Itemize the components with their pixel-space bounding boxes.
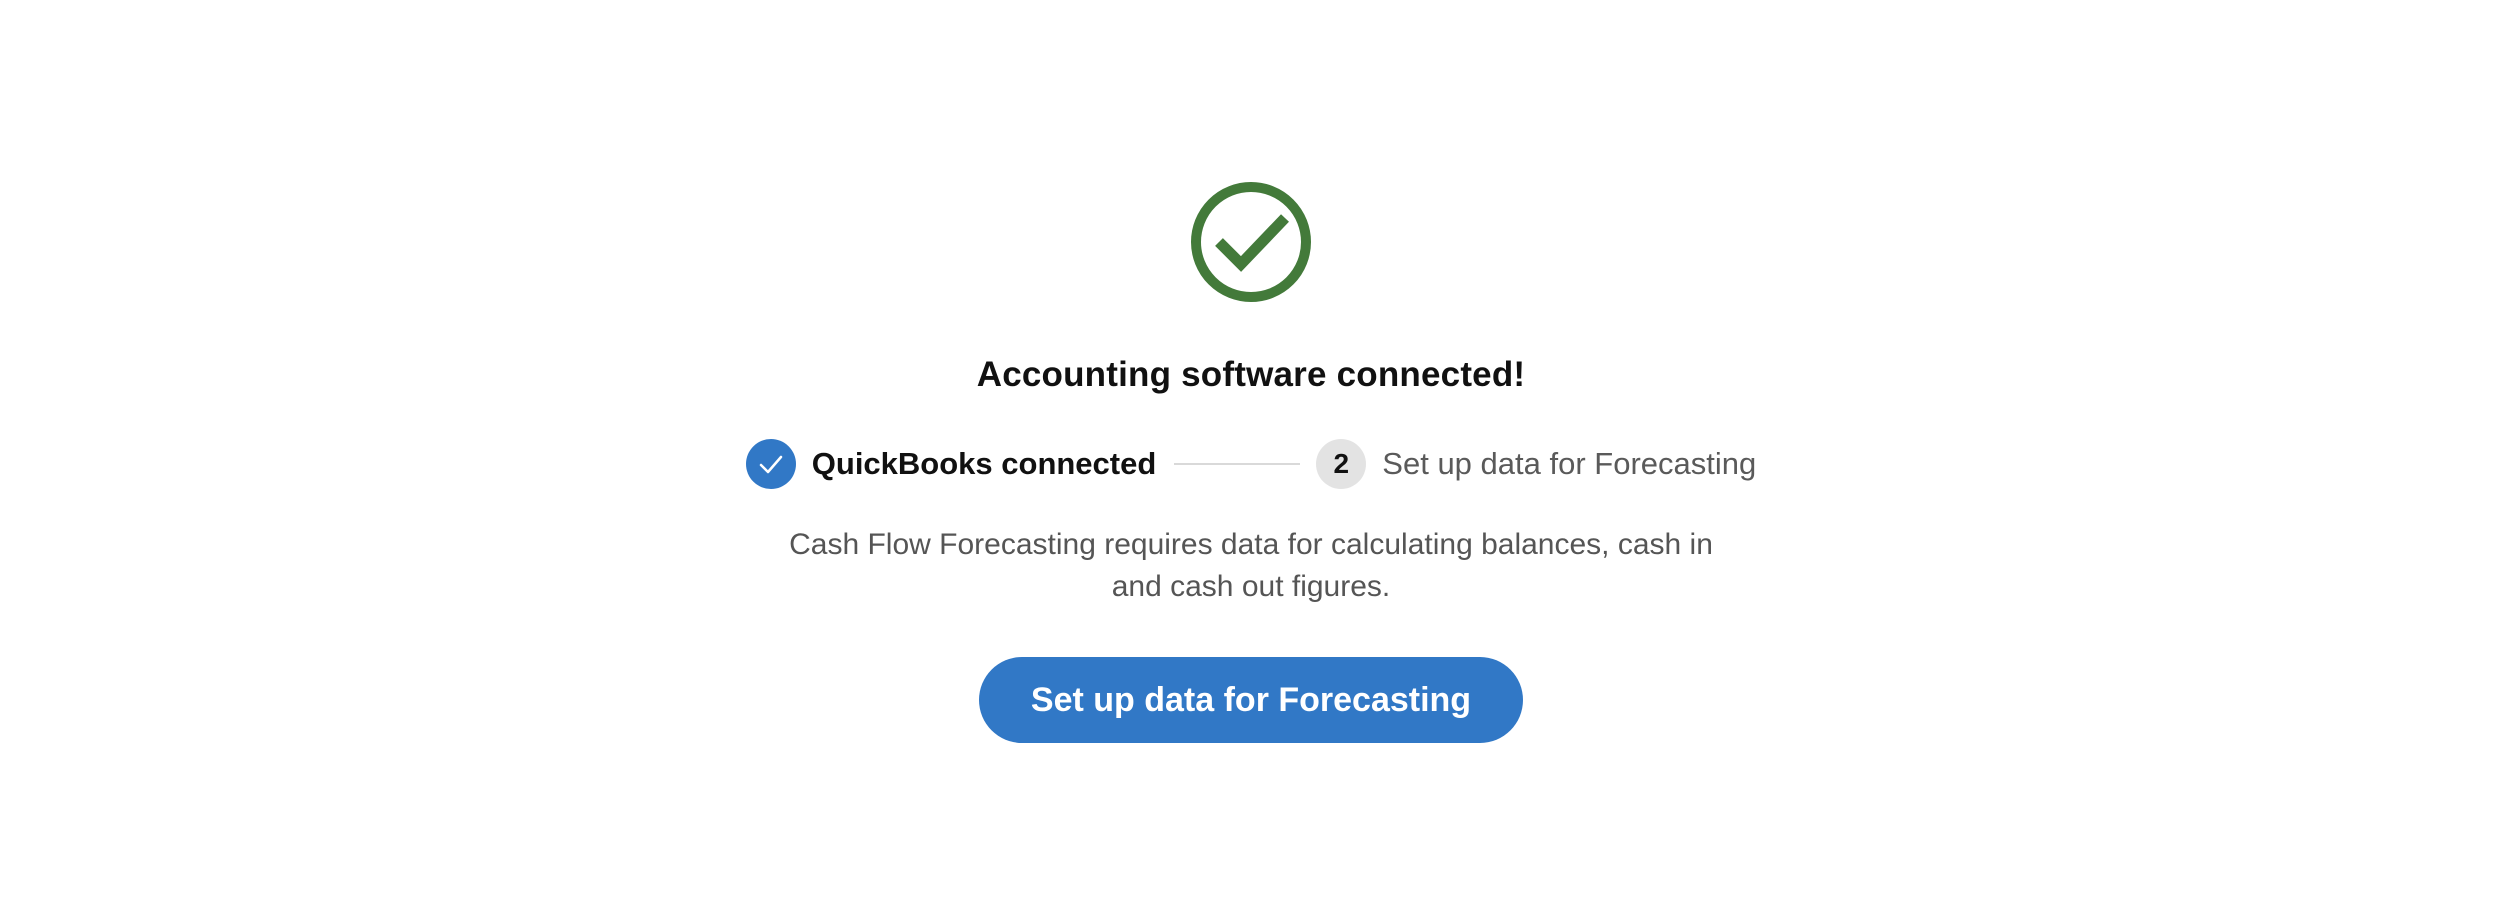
set-up-data-button[interactable]: Set up data for Forecasting — [978, 657, 1524, 743]
connection-success-panel: Accounting software connected! QuickBook… — [0, 0, 2502, 743]
step-quickbooks-connected: QuickBooks connected — [745, 439, 1157, 489]
checkmark-icon — [759, 455, 783, 474]
step-completed-indicator — [745, 439, 796, 489]
step-label: Set up data for Forecasting — [1382, 446, 1757, 481]
description-text: Cash Flow Forecasting requires data for … — [789, 528, 1713, 603]
step-number-badge: 2 — [1316, 439, 1367, 489]
check-circle-icon — [1191, 182, 1311, 302]
progress-stepper: QuickBooks connected 2 Set up data for F… — [745, 438, 1756, 490]
step-connector — [1174, 463, 1301, 465]
page-title: Accounting software connected! — [976, 355, 1526, 394]
step-set-up-data: 2 Set up data for Forecasting — [1316, 439, 1756, 489]
page: Accounting software connected! QuickBook… — [0, 0, 2502, 906]
step-label: QuickBooks connected — [811, 446, 1157, 481]
